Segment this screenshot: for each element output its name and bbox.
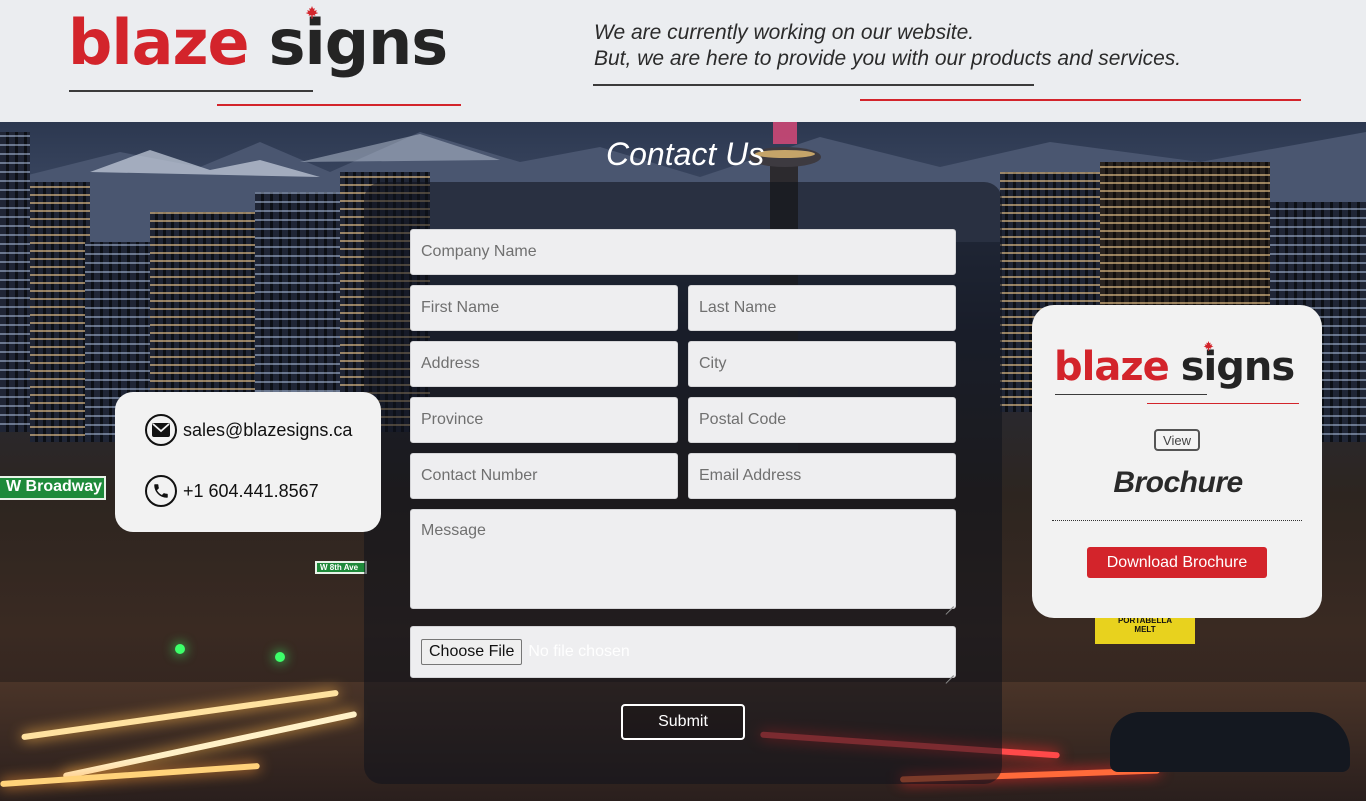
tagline-line-1: We are currently working on our website. <box>594 21 975 44</box>
header-logo[interactable]: blaze signs <box>68 6 449 79</box>
traffic-light <box>175 644 185 654</box>
email-address-placeholder: Email Address <box>699 467 802 484</box>
tagline-line-2: But, we are here to provide you with our… <box>594 47 1182 70</box>
building <box>30 182 90 442</box>
site-header: blaze signs We are currently working on … <box>0 0 1366 122</box>
province-input[interactable]: Province <box>410 397 678 443</box>
brochure-logo: blaze signs <box>1054 341 1295 391</box>
city-placeholder: City <box>699 355 727 372</box>
tagline-underline-red <box>860 99 1301 101</box>
shop-sign: PORTABELLA MELT <box>1095 616 1195 644</box>
shop-sign-line-2: MELT <box>1134 625 1156 634</box>
postal-code-placeholder: Postal Code <box>699 411 787 428</box>
choose-file-button[interactable]: Choose File <box>421 639 523 665</box>
dotted-divider <box>1052 520 1302 521</box>
contact-us-title: Contact Us <box>606 136 765 172</box>
street-sign-small: W 8th Ave <box>315 561 367 574</box>
street-sign: W Broadway <box>0 476 106 500</box>
last-name-placeholder: Last Name <box>699 299 777 316</box>
file-status-text: No file chosen <box>528 643 630 660</box>
logo-underline-dark <box>69 90 313 92</box>
phone-icon <box>145 475 177 507</box>
logo-word-signs-text: signs <box>1180 344 1295 390</box>
logo-word-signs: signs <box>268 6 449 79</box>
logo-word-blaze: blaze <box>1054 344 1170 390</box>
message-textarea[interactable]: Message <box>410 509 956 609</box>
message-placeholder: Message <box>421 522 486 539</box>
company-name-placeholder: Company Name <box>421 243 537 260</box>
card-logo-underline-dark <box>1055 394 1207 395</box>
province-placeholder: Province <box>421 411 484 428</box>
car <box>1110 712 1350 772</box>
first-name-input[interactable]: First Name <box>410 285 678 331</box>
maple-leaf-icon <box>1203 341 1214 351</box>
last-name-input[interactable]: Last Name <box>688 285 956 331</box>
contact-number-input[interactable]: Contact Number <box>410 453 678 499</box>
file-upload-field: Choose File No file chosen <box>410 626 956 678</box>
envelope-icon <box>145 414 177 446</box>
tagline-underline-dark <box>593 84 1034 86</box>
email-address-input[interactable]: Email Address <box>688 453 956 499</box>
company-name-input[interactable]: Company Name <box>410 229 956 275</box>
email-row[interactable]: sales@blazesigns.ca <box>145 414 352 446</box>
logo-word-signs-text: signs <box>268 6 449 79</box>
address-placeholder: Address <box>421 355 480 372</box>
view-brochure-button[interactable]: View <box>1154 429 1200 451</box>
traffic-light <box>275 652 285 662</box>
address-input[interactable]: Address <box>410 341 678 387</box>
first-name-placeholder: First Name <box>421 299 500 316</box>
contact-number-placeholder: Contact Number <box>421 467 538 484</box>
resize-grip-icon[interactable] <box>945 598 954 607</box>
resize-grip-icon[interactable] <box>945 667 954 676</box>
card-logo-underline-red <box>1147 403 1299 404</box>
maple-leaf-icon <box>305 6 318 19</box>
brochure-card: blaze signs View Brochure Download Broch… <box>1032 305 1322 618</box>
submit-button[interactable]: Submit <box>621 704 745 740</box>
logo-word-blaze: blaze <box>68 6 250 79</box>
email-text: sales@blazesigns.ca <box>183 419 353 440</box>
postal-code-input[interactable]: Postal Code <box>688 397 956 443</box>
logo-underline-red <box>217 104 461 106</box>
building <box>0 132 30 432</box>
contact-info-card: sales@blazesigns.ca +1 604.441.8567 <box>115 392 381 532</box>
download-brochure-button[interactable]: Download Brochure <box>1087 547 1267 578</box>
phone-text: +1 604.441.8567 <box>183 480 319 501</box>
phone-row[interactable]: +1 604.441.8567 <box>145 475 319 507</box>
header-tagline: We are currently working on our website.… <box>594 20 1181 72</box>
city-input[interactable]: City <box>688 341 956 387</box>
logo-word-signs: signs <box>1180 341 1295 391</box>
brochure-title: Brochure <box>1113 466 1243 499</box>
